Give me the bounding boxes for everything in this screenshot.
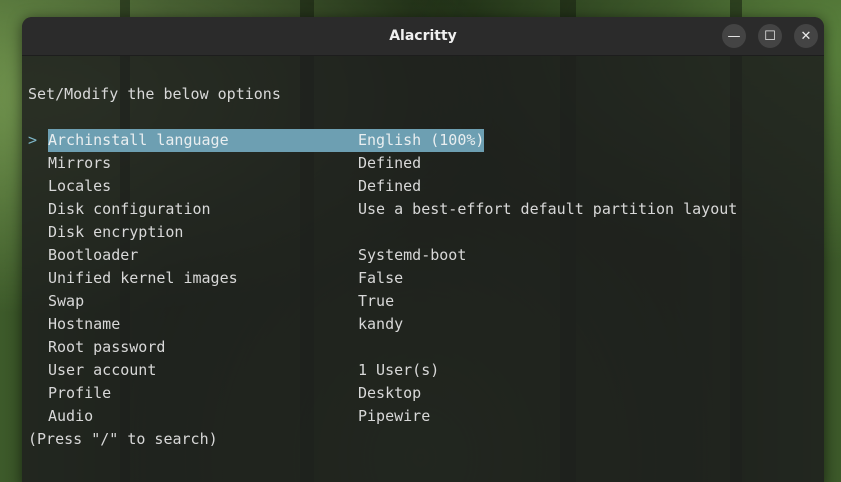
menu-item-label: Hostname <box>48 315 121 333</box>
cursor-gutter <box>28 405 48 428</box>
menu-item-value: kandy <box>358 315 404 333</box>
cursor-gutter <box>28 313 48 336</box>
menu-item-label: Mirrors <box>48 154 112 172</box>
cursor-gutter <box>28 382 48 405</box>
menu-item-value: Pipewire <box>358 407 431 425</box>
close-button[interactable]: ✕ <box>794 24 818 48</box>
menu-item-label: Profile <box>48 384 112 402</box>
menu-item[interactable]: Swap True <box>28 290 824 313</box>
close-icon: ✕ <box>800 28 812 44</box>
maximize-button[interactable]: ☐ <box>758 24 782 48</box>
menu-item-label: User account <box>48 361 157 379</box>
menu-header: Set/Modify the below options <box>28 85 281 103</box>
window-controls: — ☐ ✕ <box>722 24 818 48</box>
menu-item-value: English (100%) <box>358 129 485 152</box>
menu-item[interactable]: Profile Desktop <box>28 382 824 405</box>
selection-cursor: > <box>28 131 38 149</box>
menu-item-value: Systemd-boot <box>358 246 467 264</box>
menu-item[interactable]: Locales Defined <box>28 175 824 198</box>
cursor-gutter <box>28 198 48 221</box>
minimize-icon: — <box>727 28 741 44</box>
menu-item[interactable]: Mirrors Defined <box>28 152 824 175</box>
menu-item-label: Swap <box>48 292 85 310</box>
menu-item[interactable]: Unified kernel images False <box>28 267 824 290</box>
window-title: Alacritty <box>389 28 457 44</box>
cursor-gutter <box>28 152 48 175</box>
menu-item[interactable]: Disk configuration Use a best-effort defa… <box>28 198 824 221</box>
menu-item-label: Locales <box>48 177 112 195</box>
menu-item-value: Defined <box>358 177 422 195</box>
menu-item[interactable]: Bootloader Systemd-boot <box>28 244 824 267</box>
titlebar[interactable]: Alacritty — ☐ ✕ <box>22 17 824 56</box>
cursor-gutter <box>28 336 48 359</box>
menu-item[interactable]: Root password <box>28 336 824 359</box>
menu-item-value: Desktop <box>358 384 422 402</box>
options-menu: > Archinstall language English (100%) Mirro… <box>28 129 824 428</box>
cursor-gutter <box>28 359 48 382</box>
menu-item-value: False <box>358 269 404 287</box>
minimize-button[interactable]: — <box>722 24 746 48</box>
menu-item[interactable]: Disk encryption <box>28 221 824 244</box>
menu-item-value: True <box>358 292 395 310</box>
terminal-window: Alacritty — ☐ ✕ Set/Modify the below opt… <box>22 17 824 482</box>
menu-item-label: Root password <box>48 338 166 356</box>
menu-item-value: Defined <box>358 154 422 172</box>
menu-item-label: Disk encryption <box>48 223 184 241</box>
menu-item-value: Use a best-effort default partition layo… <box>358 200 738 218</box>
cursor-gutter <box>28 175 48 198</box>
cursor-gutter <box>28 244 48 267</box>
menu-item[interactable]: > Archinstall language English (100%) <box>28 129 824 152</box>
menu-item-label: Archinstall language <box>48 129 358 152</box>
terminal-content[interactable]: Set/Modify the below options > Archinstal… <box>22 83 824 451</box>
menu-item-value: 1 User(s) <box>358 361 440 379</box>
cursor-gutter <box>28 267 48 290</box>
cursor-gutter <box>28 290 48 313</box>
cursor-gutter <box>28 221 48 244</box>
menu-item-label: Unified kernel images <box>48 269 238 287</box>
menu-item-label: Bootloader <box>48 246 139 264</box>
menu-item[interactable]: Hostname kandy <box>28 313 824 336</box>
menu-item-label: Audio <box>48 407 94 425</box>
menu-item[interactable]: Audio Pipewire <box>28 405 824 428</box>
menu-item-label: Disk configuration <box>48 200 211 218</box>
search-hint: (Press "/" to search) <box>28 430 218 448</box>
menu-item[interactable]: User account 1 User(s) <box>28 359 824 382</box>
maximize-icon: ☐ <box>764 28 776 44</box>
